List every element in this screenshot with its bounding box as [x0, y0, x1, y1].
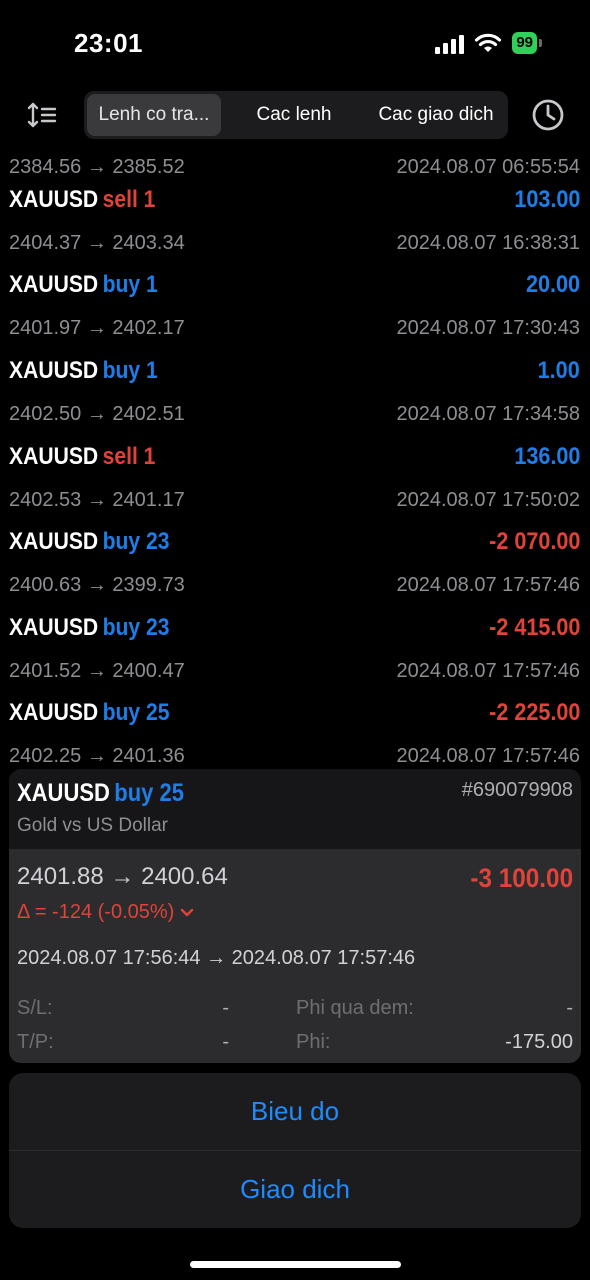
deal-list[interactable]: 2384.56 → 2385.52 2024.08.07 06:55:54 XA… [0, 140, 590, 765]
deal-side: sell 1 [102, 186, 156, 213]
deal-symbol: XAUUSD sell 1 [9, 186, 156, 213]
deal-date: 2024.08.07 17:34:58 [396, 403, 580, 425]
detail-body: 2401.88 → 2400.64 -3 100.00 Δ = -124 (-0… [9, 849, 581, 1063]
detail-description: Gold vs US Dollar [17, 815, 168, 836]
deal-profit: -2 225.00 [488, 699, 580, 726]
sl-label: S/L: [17, 997, 53, 1019]
detail-symbol: XAUUSD buy 25 [17, 779, 185, 807]
deal-prices: 2401.97 → 2402.17 [9, 317, 185, 339]
deal-profit: 103.00 [513, 186, 580, 213]
detail-side: buy 25 [114, 779, 185, 807]
detail-prices: 2401.88 → 2400.64 [17, 863, 228, 890]
deal-symbol: XAUUSD buy 23 [9, 528, 170, 555]
sort-icon [27, 102, 57, 128]
deal-profit: -2 070.00 [488, 528, 580, 555]
detail-delta-text: Δ = -124 (-0.05%) [17, 901, 175, 923]
list-item[interactable]: XAUUSD buy 23 2401.52 → 2400.47 -2 415.00… [0, 608, 590, 694]
list-item[interactable]: XAUUSD buy 25 2402.25 → 2401.36 -2 225.00… [0, 693, 590, 765]
trade-button[interactable]: Giao dich [9, 1151, 581, 1228]
deal-prices: 2402.25 → 2401.36 [9, 745, 185, 765]
chart-button[interactable]: Bieu do [9, 1073, 581, 1150]
swap-value: - [566, 997, 573, 1019]
tab-positions[interactable]: Lenh co tra... [87, 94, 221, 136]
deal-profit: 1.00 [537, 357, 580, 384]
deal-symbol: XAUUSD sell 1 [9, 443, 156, 470]
deal-side: buy 1 [102, 271, 158, 298]
cellular-signal-icon [435, 32, 465, 54]
list-item[interactable]: XAUUSD sell 1 2404.37 → 2403.34 103.00 20… [0, 180, 590, 266]
sl-value: - [222, 997, 229, 1019]
detail-profit: -3 100.00 [470, 863, 573, 893]
clock-icon[interactable] [530, 97, 566, 133]
deal-side: buy 1 [102, 357, 158, 384]
status-bar: 23:01 99 [0, 0, 590, 86]
tp-label: T/P: [17, 1031, 54, 1053]
swap-label: Phi qua dem: [296, 997, 414, 1019]
deal-date: 2024.08.07 06:55:54 [396, 156, 580, 178]
deal-detail-card: XAUUSD buy 25 #690079908 Gold vs US Dolla… [9, 769, 581, 1063]
deal-date: 2024.08.07 17:50:02 [396, 489, 580, 511]
deal-date: 2024.08.07 17:30:43 [396, 317, 580, 339]
list-item[interactable]: XAUUSD sell 1 2402.53 → 2401.17 136.00 20… [0, 437, 590, 523]
action-sheet: Bieu do Giao dich [9, 1073, 581, 1228]
deal-date: 2024.08.07 17:57:46 [396, 660, 580, 682]
status-time: 23:01 [74, 28, 143, 58]
deal-side: buy 23 [102, 614, 170, 641]
deal-date: 2024.08.07 17:57:46 [396, 745, 580, 765]
deal-date: 2024.08.07 17:57:46 [396, 574, 580, 596]
deal-side: buy 23 [102, 528, 170, 555]
deal-prices: 2404.37 → 2403.34 [9, 232, 185, 254]
deal-side: sell 1 [102, 443, 156, 470]
toolbar: Lenh co tra... Cac lenh Cac giao dich [0, 90, 590, 140]
fee-label: Phi: [296, 1031, 331, 1053]
list-item[interactable]: XAUUSD buy 1 2401.97 → 2402.17 20.00 2024… [0, 265, 590, 351]
list-item[interactable]: XAUUSD buy 23 2400.63 → 2399.73 -2 070.00… [0, 522, 590, 608]
detail-header: XAUUSD buy 25 #690079908 Gold vs US Dolla… [9, 769, 581, 849]
status-icons: 99 [435, 32, 542, 54]
deal-profit: 136.00 [513, 443, 580, 470]
fee-value: -175.00 [505, 1031, 573, 1053]
home-indicator[interactable] [190, 1261, 401, 1268]
battery-icon: 99 [512, 32, 542, 54]
deal-prices: 2402.50 → 2402.51 [9, 403, 185, 425]
deal-prices: 2401.52 → 2400.47 [9, 660, 185, 682]
deal-profit: 20.00 [525, 271, 580, 298]
deal-side: buy 25 [102, 699, 170, 726]
deal-symbol: XAUUSD buy 1 [9, 357, 158, 384]
chevron-down-icon [181, 908, 194, 916]
detail-ticket: #690079908 [461, 779, 573, 801]
deal-profit: -2 415.00 [488, 614, 580, 641]
wifi-icon [475, 33, 502, 52]
deal-symbol: XAUUSD buy 25 [9, 699, 170, 726]
deal-prices: 2400.63 → 2399.73 [9, 574, 185, 596]
deal-prices: 2402.53 → 2401.17 [9, 489, 185, 511]
sort-button[interactable] [22, 98, 62, 132]
battery-level: 99 [512, 32, 537, 54]
detail-delta[interactable]: Δ = -124 (-0.05%) [17, 901, 194, 924]
tab-segmented-control: Lenh co tra... Cac lenh Cac giao dich [84, 91, 508, 139]
tab-orders[interactable]: Cac lenh [221, 94, 367, 136]
tp-value: - [222, 1031, 229, 1053]
deal-symbol: XAUUSD buy 23 [9, 614, 170, 641]
deal-prices: 2384.56 → 2385.52 [9, 156, 185, 178]
detail-times: 2024.08.07 17:56:44 → 2024.08.07 17:57:4… [17, 947, 416, 969]
deal-date: 2024.08.07 16:38:31 [396, 232, 580, 254]
deal-symbol: XAUUSD buy 1 [9, 271, 158, 298]
tab-deals[interactable]: Cac giao dich [367, 94, 505, 136]
list-item[interactable]: XAUUSD buy 1 2402.50 → 2402.51 1.00 2024.… [0, 351, 590, 437]
